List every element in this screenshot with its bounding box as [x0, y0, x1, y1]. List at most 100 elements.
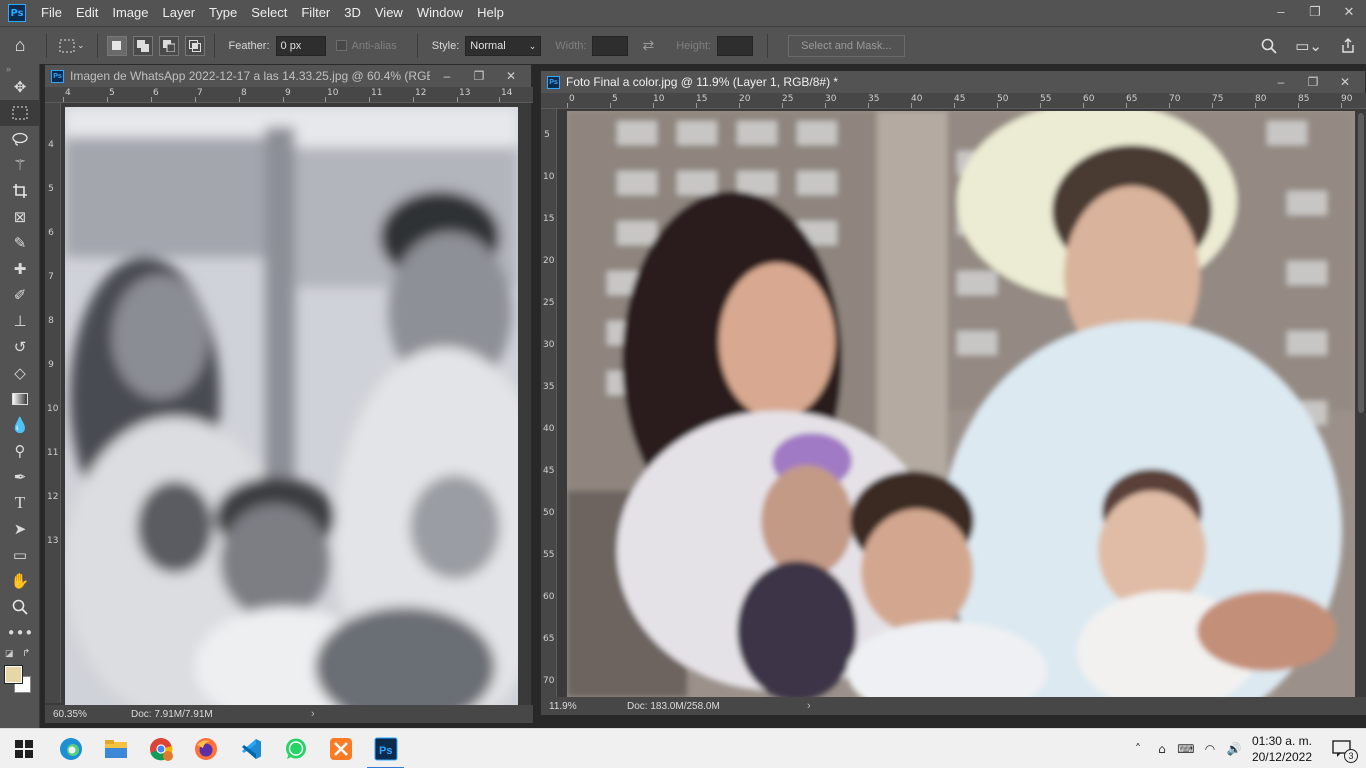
menu-image[interactable]: Image	[105, 0, 155, 26]
history-brush-tool-icon[interactable]: ↺	[0, 334, 40, 360]
lasso-tool-icon[interactable]	[0, 126, 40, 152]
frame-tool-icon[interactable]: ⊠	[0, 204, 40, 230]
eyedropper-tool-icon[interactable]: ✎	[0, 230, 40, 256]
rectangle-tool-icon[interactable]: ▭	[0, 542, 40, 568]
chrome-icon[interactable]	[138, 729, 183, 768]
search-icon[interactable]	[1261, 38, 1277, 54]
stamp-tool-icon[interactable]: ⊥	[0, 308, 40, 334]
keyboard-icon[interactable]: ⌨	[1174, 742, 1198, 756]
firefox-icon[interactable]	[183, 729, 228, 768]
document-title: Imagen de WhatsApp 2022-12-17 a las 14.3…	[70, 69, 430, 83]
xampp-icon[interactable]	[318, 729, 363, 768]
gradient-tool-icon[interactable]	[0, 386, 40, 412]
dodge-tool-icon[interactable]: ⚲	[0, 438, 40, 464]
height-input[interactable]	[717, 35, 754, 56]
ps-file-icon: Ps	[547, 75, 560, 89]
feather-label: Feather:	[228, 39, 270, 52]
tools-panel: » ✥ ⚚ ⊠ ✎ ✚ ✐ ⊥ ↺ ◇ 💧 ⚲ ✒ T ➤ ▭ ✋ ••• ◪ …	[0, 64, 40, 732]
style-select[interactable]: Normal ⌄	[465, 35, 542, 56]
add-selection-button[interactable]	[132, 35, 153, 56]
intersect-selection-button[interactable]	[184, 35, 205, 56]
menu-filter[interactable]: Filter	[294, 0, 337, 26]
vertical-ruler[interactable]: 5 10 15 20 25 30 35 40 45 50 55 60 65 70	[541, 109, 557, 697]
hand-tool-icon[interactable]: ✋	[0, 568, 40, 594]
type-tool-icon[interactable]: T	[0, 490, 40, 516]
restore-icon[interactable]: ❐	[1298, 0, 1332, 26]
minimize-icon[interactable]: –	[1264, 0, 1298, 26]
vscode-icon[interactable]	[228, 729, 273, 768]
default-colors-icon[interactable]: ◪	[5, 648, 14, 659]
menu-3d[interactable]: 3D	[337, 0, 368, 26]
workspace-icon[interactable]: ▭⌄	[1295, 37, 1322, 55]
vertical-scrollbar[interactable]	[1355, 109, 1366, 697]
subtract-selection-button[interactable]	[158, 35, 179, 56]
close-icon[interactable]: ✕	[1332, 0, 1366, 26]
whatsapp-icon[interactable]	[273, 729, 318, 768]
horizontal-ruler[interactable]: 4 5 6 7 8 9 10 11 12 13 14	[45, 87, 533, 103]
restore-icon[interactable]: ❐	[463, 65, 495, 87]
notifications-icon[interactable]: 3	[1322, 729, 1366, 768]
new-selection-button[interactable]	[106, 35, 127, 56]
photoshop-icon[interactable]: Ps	[363, 729, 408, 768]
chevron-right-icon[interactable]: ›	[311, 708, 315, 720]
crop-tool-icon[interactable]	[0, 178, 40, 204]
subtract-selection-icon	[162, 39, 175, 52]
ps-file-icon: Ps	[51, 69, 64, 83]
tool-preset-picker[interactable]: ⌄	[53, 39, 91, 53]
wifi-icon[interactable]: ◠	[1198, 742, 1222, 756]
volume-icon[interactable]: 🔊	[1222, 742, 1246, 756]
width-input[interactable]	[592, 35, 629, 56]
blur-tool-icon[interactable]: 💧	[0, 412, 40, 438]
home-icon[interactable]: ⌂	[0, 35, 40, 56]
document-tab-final[interactable]: Ps Foto Final a color.jpg @ 11.9% (Layer…	[541, 71, 1365, 93]
zoom-tool-icon[interactable]	[0, 594, 40, 620]
chevron-right-icon[interactable]: ›	[807, 700, 811, 712]
menu-edit[interactable]: Edit	[69, 0, 105, 26]
brush-tool-icon[interactable]: ✐	[0, 282, 40, 308]
menu-select[interactable]: Select	[244, 0, 294, 26]
minimize-icon[interactable]: –	[431, 65, 463, 87]
scrollbar-thumb[interactable]	[1358, 113, 1364, 413]
pen-tool-icon[interactable]: ✒	[0, 464, 40, 490]
close-icon[interactable]: ✕	[495, 65, 527, 87]
menu-type[interactable]: Type	[202, 0, 244, 26]
file-explorer-icon[interactable]	[93, 729, 138, 768]
edge-icon[interactable]	[48, 729, 93, 768]
zoom-level[interactable]: 60.35%	[45, 709, 95, 720]
share-icon[interactable]	[1340, 38, 1356, 54]
healing-tool-icon[interactable]: ✚	[0, 256, 40, 282]
clock[interactable]: 01:30 a. m. 20/12/2022	[1252, 733, 1312, 765]
more-tools-icon[interactable]: •••	[0, 620, 40, 646]
chevron-up-icon[interactable]: ˄	[1126, 742, 1150, 756]
minimize-icon[interactable]: –	[1265, 71, 1297, 93]
network-status-icon[interactable]: ⌂	[1150, 742, 1174, 756]
swap-icon[interactable]: ⇄	[642, 37, 654, 54]
close-icon[interactable]: ✕	[1329, 71, 1361, 93]
menu-file[interactable]: File	[34, 0, 69, 26]
foreground-color-swatch[interactable]	[4, 665, 23, 684]
panel-grip-icon[interactable]: »	[0, 64, 39, 74]
restore-icon[interactable]: ❐	[1297, 71, 1329, 93]
select-and-mask-button[interactable]: Select and Mask...	[788, 34, 905, 57]
vertical-ruler[interactable]: 4 5 6 7 8 9 10 11 12 13	[45, 103, 61, 703]
menu-bar: Ps File Edit Image Layer Type Select Fil…	[0, 0, 1366, 26]
windows-start-icon[interactable]	[0, 729, 48, 768]
eraser-tool-icon[interactable]: ◇	[0, 360, 40, 386]
antialias-checkbox[interactable]	[335, 40, 347, 51]
marquee-tool-icon[interactable]	[0, 100, 40, 126]
horizontal-ruler[interactable]: 0 5 10 15 20 25 30 35 40 45 50 55 60 65 …	[541, 93, 1366, 109]
magic-wand-tool-icon[interactable]: ⚚	[0, 152, 40, 178]
feather-input[interactable]: 0 px	[275, 35, 326, 56]
menu-layer[interactable]: Layer	[156, 0, 203, 26]
swap-colors-icon[interactable]: ↱	[22, 648, 30, 659]
canvas-original-photo[interactable]	[65, 107, 518, 705]
canvas-final-photo[interactable]	[567, 111, 1355, 697]
rect-marquee-icon	[59, 39, 75, 52]
path-select-tool-icon[interactable]: ➤	[0, 516, 40, 542]
zoom-level[interactable]: 11.9%	[541, 701, 591, 712]
menu-help[interactable]: Help	[470, 0, 511, 26]
menu-view[interactable]: View	[368, 0, 410, 26]
move-tool-icon[interactable]: ✥	[0, 74, 40, 100]
menu-window[interactable]: Window	[410, 0, 470, 26]
document-tab-original[interactable]: Ps Imagen de WhatsApp 2022-12-17 a las 1…	[45, 65, 531, 87]
